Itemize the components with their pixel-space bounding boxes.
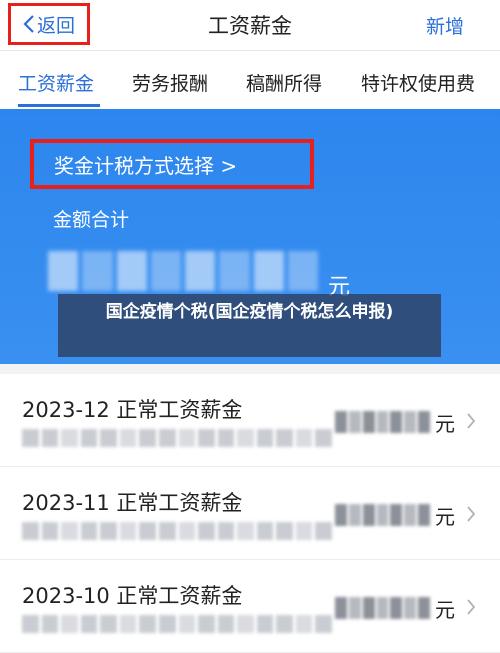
article-caption: 国企疫情个税(国企疫情个税怎么申报): [58, 294, 441, 357]
add-button[interactable]: 新增: [426, 12, 464, 39]
record-amount-blurred: [335, 411, 431, 433]
active-tab-indicator: [18, 104, 100, 107]
record-detail-blurred: [22, 615, 332, 633]
record-title: 2023-10 正常工资薪金: [22, 584, 243, 608]
tab-royalties[interactable]: 特许权使用费: [361, 69, 475, 96]
top-nav-bar: 返回 工资薪金 新增: [0, 0, 500, 50]
amount-total-label: 金额合计: [53, 209, 130, 231]
tab-labor-remuneration[interactable]: 劳务报酬: [132, 69, 208, 96]
chevron-left-icon: [23, 15, 34, 33]
record-amount-blurred: [335, 504, 431, 526]
record-detail-blurred: [22, 429, 332, 447]
record-detail-blurred: [22, 522, 332, 540]
chevron-right-icon: [467, 413, 476, 429]
tab-author-remuneration[interactable]: 稿酬所得: [246, 69, 322, 96]
record-title: 2023-12 正常工资薪金: [22, 398, 243, 422]
list-item[interactable]: 2023-10 正常工资薪金 元: [0, 560, 500, 653]
record-unit: 元: [435, 505, 455, 529]
record-unit: 元: [435, 598, 455, 622]
bonus-tax-method-button[interactable]: 奖金计税方式选择 >: [30, 139, 314, 189]
record-unit: 元: [435, 412, 455, 436]
record-amount-blurred: [335, 597, 431, 619]
record-title: 2023-11 正常工资薪金: [22, 491, 243, 515]
chevron-right-icon: [467, 506, 476, 522]
salary-record-list: 2023-12 正常工资薪金 元 2023-11 正常工资薪金 元 2023-1…: [0, 374, 500, 653]
back-label: 返回: [36, 14, 75, 37]
chevron-right-icon: [467, 599, 476, 615]
list-item[interactable]: 2023-11 正常工资薪金 元: [0, 467, 500, 560]
income-type-tabs: 工资薪金 劳务报酬 稿酬所得 特许权使用费: [0, 50, 500, 110]
list-item[interactable]: 2023-12 正常工资薪金 元: [0, 374, 500, 467]
amount-total-value-blurred: [48, 251, 318, 291]
tab-salary[interactable]: 工资薪金: [18, 69, 94, 96]
back-button[interactable]: 返回: [8, 3, 90, 45]
